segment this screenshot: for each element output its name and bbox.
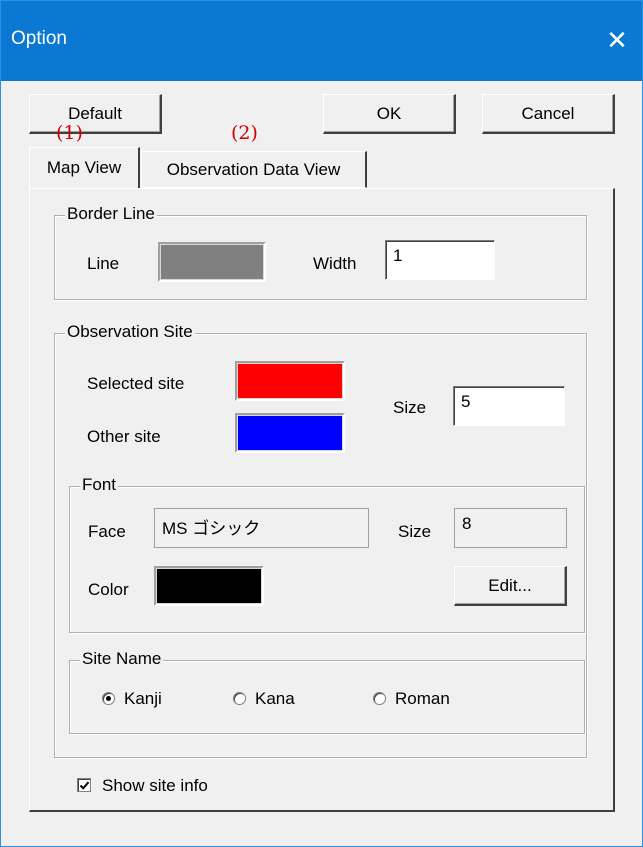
- width-input[interactable]: 1: [385, 240, 495, 280]
- show-site-info-label[interactable]: Show site info: [102, 776, 208, 796]
- selected-site-label: Selected site: [87, 374, 185, 393]
- site-name-legend: Site Name: [80, 649, 164, 669]
- other-site-color-fill: [237, 415, 343, 451]
- font-group: Font Face MS ゴシック Size 8 Color Edit...: [69, 475, 585, 633]
- font-color-fill: [156, 568, 262, 604]
- tab-map-view[interactable]: Map View: [29, 147, 140, 189]
- site-size-label: Size: [393, 398, 427, 417]
- site-size-input[interactable]: 5: [453, 386, 565, 426]
- map-view-panel: Border Line Line Width 1 Observation Sit…: [29, 188, 615, 812]
- radio-kanji-dot: [106, 696, 111, 701]
- font-size-label: Size: [398, 522, 432, 541]
- selected-site-color-fill: [237, 363, 343, 399]
- font-color-label: Color: [88, 580, 129, 599]
- radio-kanji-label[interactable]: Kanji: [124, 689, 162, 709]
- font-size-field: 8: [454, 508, 567, 548]
- line-label: Line: [87, 254, 120, 273]
- tab-observation-data-view-label: Observation Data View: [166, 160, 341, 179]
- window-title: Option: [11, 28, 67, 49]
- show-site-info-checkbox[interactable]: [77, 778, 91, 792]
- site-name-group: Site Name Kanji Kana Roman: [69, 649, 585, 734]
- line-color-fill: [160, 244, 264, 280]
- default-button[interactable]: Default: [29, 94, 162, 134]
- radio-kana[interactable]: [233, 692, 246, 705]
- close-icon[interactable]: ✕: [602, 23, 632, 59]
- option-dialog: Option ✕ Default OK Cancel (1) (2) Map V…: [0, 0, 643, 847]
- annotation-1: (1): [56, 122, 83, 144]
- border-line-group: Border Line Line Width 1: [54, 204, 587, 300]
- tab-map-view-label: Map View: [46, 158, 122, 177]
- radio-kana-label[interactable]: Kana: [255, 689, 295, 709]
- edit-font-button-label: Edit...: [488, 575, 532, 595]
- radio-roman-label[interactable]: Roman: [395, 689, 450, 709]
- line-color-swatch[interactable]: [158, 242, 266, 282]
- font-color-swatch[interactable]: [154, 566, 264, 606]
- cancel-button[interactable]: Cancel: [482, 94, 615, 134]
- ok-button-label: OK: [376, 103, 402, 123]
- cancel-button-label: Cancel: [521, 103, 575, 123]
- edit-font-button[interactable]: Edit...: [454, 566, 567, 606]
- face-label: Face: [88, 522, 126, 541]
- border-line-legend: Border Line: [65, 204, 157, 224]
- width-label: Width: [313, 254, 357, 273]
- other-site-label: Other site: [87, 427, 161, 446]
- other-site-color-swatch[interactable]: [235, 413, 345, 453]
- selected-site-color-swatch[interactable]: [235, 361, 345, 401]
- observation-site-group: Observation Site Selected site Other sit…: [54, 322, 587, 758]
- default-button-label: Default: [68, 103, 122, 123]
- ok-button[interactable]: OK: [323, 94, 456, 134]
- radio-roman[interactable]: [373, 692, 386, 705]
- radio-kanji[interactable]: [102, 692, 115, 705]
- tab-observation-data-view[interactable]: Observation Data View: [141, 151, 367, 188]
- annotation-2: (2): [231, 122, 258, 144]
- checkmark-icon: [79, 781, 90, 790]
- title-bar: Option ✕: [1, 1, 642, 81]
- font-legend: Font: [80, 475, 119, 495]
- face-field: MS ゴシック: [154, 508, 369, 548]
- observation-site-legend: Observation Site: [65, 322, 195, 342]
